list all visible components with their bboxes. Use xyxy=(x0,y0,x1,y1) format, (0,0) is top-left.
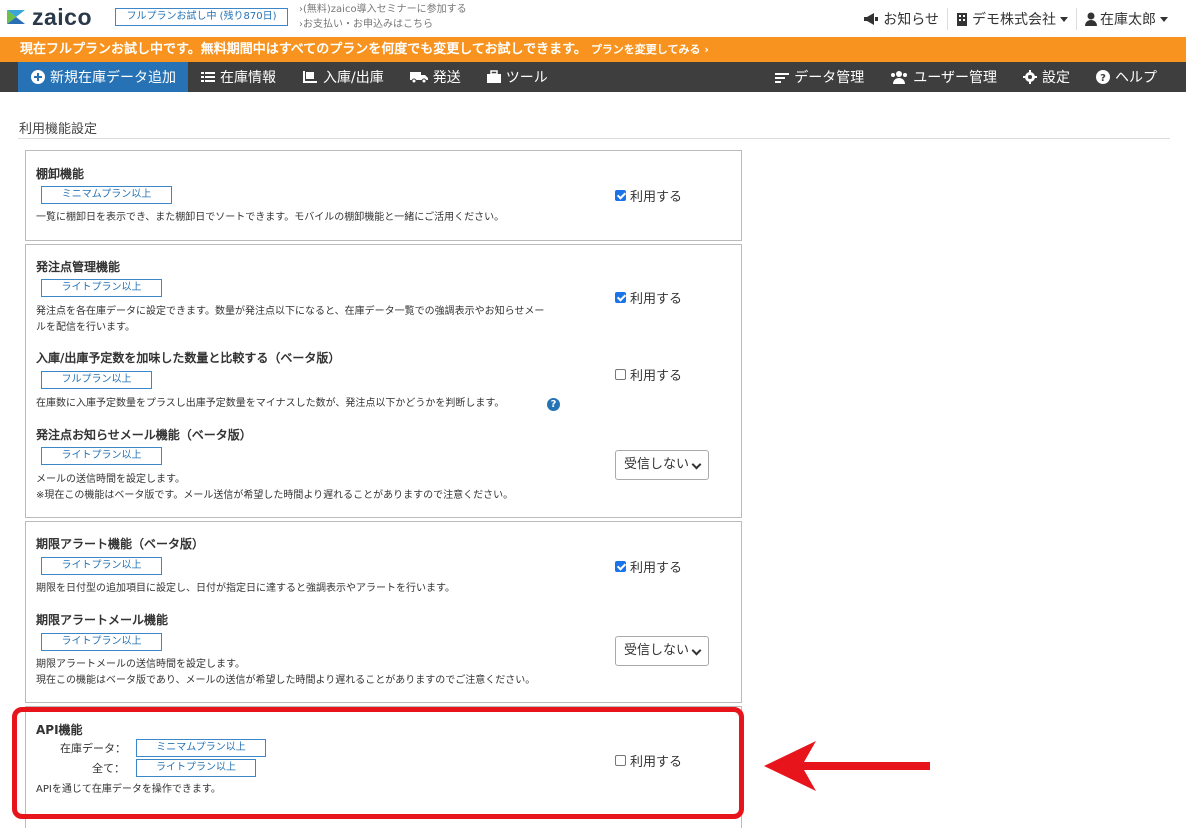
checkbox-checked-icon xyxy=(615,190,626,201)
plan-badge: ライトプラン以上 xyxy=(41,279,162,297)
megaphone-icon xyxy=(864,13,879,25)
expiry-mail-select[interactable]: 受信しない xyxy=(615,636,709,666)
feature-description: メールの送信時間を設定します。 xyxy=(36,474,185,485)
logo-text: zaico xyxy=(32,3,93,30)
checkbox-checked-icon xyxy=(615,561,626,572)
feature-description: 一覧に棚卸日を表示でき、また棚卸日でソートできます。モバイルの棚卸機能と一緒にご… xyxy=(36,212,505,223)
checkbox-label: 利用する xyxy=(630,561,683,576)
company-menu[interactable]: デモ株式会社 xyxy=(948,9,1076,29)
question-circle-icon: ? xyxy=(1096,70,1110,84)
plus-circle-icon xyxy=(31,70,45,84)
payment-link[interactable]: ›お支払い・お申込みはこちら xyxy=(299,17,467,32)
nav-shipping-label: 発送 xyxy=(432,70,461,86)
feature-description: 期限アラートメールの送信時間を設定します。 xyxy=(36,659,245,670)
user-label: 在庫太郎 xyxy=(1100,12,1156,28)
banner-text: 現在フルプランお試し中です。無料期間中はすべてのプランを何度でも変更してお試しで… xyxy=(20,42,587,57)
svg-text:?: ? xyxy=(1100,73,1106,84)
nav-help[interactable]: ? ヘルプ xyxy=(1083,62,1170,92)
zaico-logo[interactable]: zaico xyxy=(6,3,93,30)
select-value: 受信しない xyxy=(624,643,690,658)
feature-description: 発注点を各在庫データに設定できます。数量が発注点以下になると、在庫データ一覧での… xyxy=(36,306,545,317)
nav-shipping[interactable]: 発送 xyxy=(397,62,474,92)
user-icon xyxy=(1085,12,1097,26)
checkbox-checked-icon xyxy=(615,292,626,303)
feature-description: ※現在この機能はベータ版です。メール送信が希望した時間より遅れることがありますの… xyxy=(36,490,514,501)
nav-help-label: ヘルプ xyxy=(1115,70,1157,86)
feature-title: 棚卸機能 xyxy=(36,167,85,181)
nav-user-management-label: ユーザー管理 xyxy=(913,70,997,86)
checkbox-label: 利用する xyxy=(630,190,683,205)
plan-badge: ライトプラン以上 xyxy=(41,447,162,465)
feature-description: ルを配信を行います。 xyxy=(36,322,135,333)
dolly-icon xyxy=(303,71,317,83)
feature-title: 期限アラートメール機能 xyxy=(36,613,169,627)
feature-description: 期限を日付型の追加項目に設定し、日付が指定日に達すると強調表示やアラートを行いま… xyxy=(36,583,455,594)
help-icon[interactable]: ? xyxy=(547,398,560,411)
nav-in-out-label: 入庫/出庫 xyxy=(323,70,384,86)
nav-settings-label: 設定 xyxy=(1042,70,1070,86)
list-icon xyxy=(201,72,215,82)
nav-inventory-info[interactable]: 在庫情報 xyxy=(188,62,289,92)
plan-badge: ライトプラン以上 xyxy=(41,557,162,575)
top-links: ›(無料)zaico導入セミナーに参加する ›お支払い・お申込みはこちら xyxy=(299,2,467,32)
feature-panel-expiry: 期限アラート機能（ベータ版） ライトプラン以上 期限を日付型の追加項目に設定し、… xyxy=(25,521,742,703)
building-icon xyxy=(957,13,967,26)
checkbox-unchecked-icon xyxy=(615,369,626,380)
notices-label: お知らせ xyxy=(883,12,939,28)
nav-tools[interactable]: ツール xyxy=(474,62,561,92)
users-icon xyxy=(891,71,908,84)
reorder-mail-select[interactable]: 受信しない xyxy=(615,450,709,480)
feature-title: 発注点管理機能 xyxy=(36,260,121,274)
trial-banner: 現在フルプランお試し中です。無料期間中はすべてのプランを何度でも変更してお試しで… xyxy=(0,37,1186,62)
main-nav: 新規在庫データ追加 在庫情報 入庫/出庫 発送 ツール データ管理 ユーザー管理… xyxy=(0,62,1186,92)
nav-in-out[interactable]: 入庫/出庫 xyxy=(289,62,397,92)
plan-badge: ミニマムプラン以上 xyxy=(41,186,172,204)
divider xyxy=(18,138,1170,139)
chevron-down-icon xyxy=(691,459,702,470)
notices-button[interactable]: お知らせ xyxy=(855,9,947,29)
nav-new-item-label: 新規在庫データ追加 xyxy=(50,70,176,86)
checkbox-label: 利用する xyxy=(630,292,683,307)
arrow-left-icon xyxy=(764,741,930,791)
nav-new-item[interactable]: 新規在庫データ追加 xyxy=(18,62,188,92)
feature-title: 期限アラート機能（ベータ版） xyxy=(36,537,205,551)
seminar-link[interactable]: ›(無料)zaico導入セミナーに参加する xyxy=(299,2,467,17)
nav-tools-label: ツール xyxy=(505,70,548,86)
nav-inventory-info-label: 在庫情報 xyxy=(220,70,276,86)
feature-description: 現在この機能はベータ版であり、メールの送信が希望した時間より遅れることがあります… xyxy=(36,675,536,686)
chevron-down-icon xyxy=(691,645,702,656)
page-title: 利用機能設定 xyxy=(19,122,98,137)
gear-icon xyxy=(1023,70,1037,84)
top-right-menu: お知らせ デモ株式会社 在庫太郎 xyxy=(855,8,1176,30)
reorder-enable-checkbox[interactable]: 利用する xyxy=(615,288,682,307)
filter-lines-icon xyxy=(775,73,790,83)
plan-badge: フルプラン以上 xyxy=(41,371,152,389)
feature-title: 発注点お知らせメール機能（ベータ版） xyxy=(36,428,252,442)
nav-settings[interactable]: 設定 xyxy=(1010,62,1083,92)
checkbox-label: 利用する xyxy=(630,369,683,384)
shelf-enable-checkbox[interactable]: 利用する xyxy=(615,186,682,205)
feature-panel-shelf: 棚卸機能 ミニマムプラン以上 一覧に棚卸日を表示でき、また棚卸日でソートできます… xyxy=(25,150,742,241)
nav-data-management[interactable]: データ管理 xyxy=(762,62,877,92)
zaico-logo-icon xyxy=(7,10,25,24)
user-menu[interactable]: 在庫太郎 xyxy=(1077,9,1176,29)
nav-user-management[interactable]: ユーザー管理 xyxy=(877,62,1010,92)
top-bar: zaico フルプランお試し中 (残り870日) ›(無料)zaico導入セミナ… xyxy=(0,0,1186,37)
nav-data-management-label: データ管理 xyxy=(794,70,865,86)
scheduled-compare-checkbox[interactable]: 利用する xyxy=(615,365,682,384)
truck-icon xyxy=(409,72,428,84)
trial-badge[interactable]: フルプランお試し中 (残り870日) xyxy=(115,8,288,26)
change-plan-link[interactable]: プランを変更してみる › xyxy=(591,43,709,56)
feature-title: 入庫/出庫予定数を加味した数量と比較する（ベータ版） xyxy=(36,351,341,365)
chevron-down-icon xyxy=(1160,16,1168,22)
plan-badge: ライトプラン以上 xyxy=(41,633,162,651)
company-label: デモ株式会社 xyxy=(972,12,1056,28)
toolbox-icon xyxy=(486,70,501,83)
feature-description: 在庫数に入庫予定数量をプラスし出庫予定数量をマイナスした数が、発注点以下かどうか… xyxy=(36,398,505,409)
feature-panel-reorder: 発注点管理機能 ライトプラン以上 発注点を各在庫データに設定できます。数量が発注… xyxy=(25,244,742,518)
highlight-box xyxy=(12,707,744,819)
chevron-down-icon xyxy=(1060,16,1068,22)
expiry-enable-checkbox[interactable]: 利用する xyxy=(615,557,682,576)
select-value: 受信しない xyxy=(624,457,690,472)
